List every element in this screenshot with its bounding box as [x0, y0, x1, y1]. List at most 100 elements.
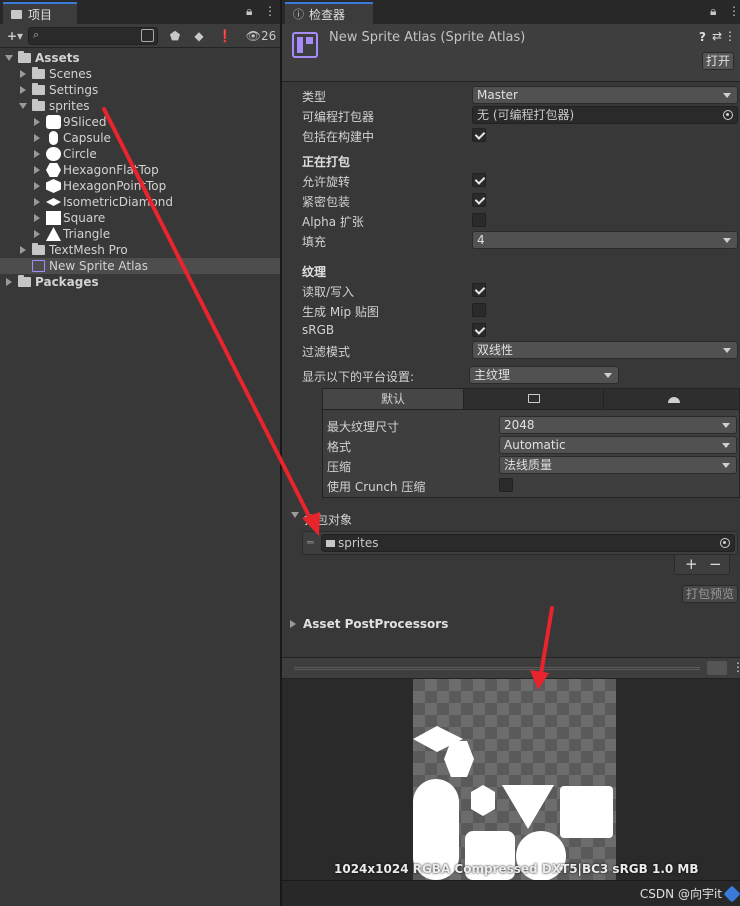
preset-icon[interactable]: ⇄	[712, 29, 722, 43]
allow-rotation-checkbox[interactable]	[472, 173, 486, 187]
objects-list-item[interactable]: sprites	[321, 534, 735, 552]
filter-dropdown[interactable]: 双线性	[472, 341, 738, 359]
tab-default[interactable]: 默认	[323, 389, 463, 409]
diamond-icon	[46, 198, 61, 206]
add-asset-button[interactable]: +▾	[4, 27, 26, 45]
object-picker-icon[interactable]	[723, 110, 733, 120]
mipmap-label: 生成 Mip 贴图	[302, 305, 379, 319]
foldout-arrow[interactable]	[34, 150, 40, 158]
open-button[interactable]: 打开	[702, 52, 734, 70]
foldout-arrow[interactable]	[34, 198, 40, 206]
format-dropdown[interactable]: Automatic	[499, 436, 737, 454]
help-icon[interactable]: ?	[699, 30, 706, 44]
project-tab[interactable]: 项目	[3, 2, 77, 24]
type-label: 类型	[302, 90, 327, 104]
folder-icon	[32, 99, 45, 111]
lock-icon[interactable]: 🔒︎	[710, 4, 716, 19]
foldout-arrow[interactable]	[34, 230, 40, 238]
color-channel-icon[interactable]	[707, 661, 727, 675]
search-input[interactable]: ⌕	[28, 27, 158, 45]
filter-by-type-icon[interactable]: ⬟	[165, 27, 185, 45]
triangle-sprite	[502, 785, 554, 829]
objects-list: ═ sprites	[302, 531, 738, 555]
tree-item[interactable]: Scenes	[0, 66, 280, 82]
search-by-type-icon[interactable]	[141, 29, 154, 42]
tree-item-label: Triangle	[63, 227, 111, 241]
rounded-square-icon	[46, 115, 61, 129]
tree-item[interactable]: Packages	[0, 274, 280, 290]
crunch-checkbox[interactable]	[499, 478, 513, 492]
more-menu-icon[interactable]: ⋮	[732, 660, 740, 674]
log-icon[interactable]: ❗	[215, 27, 235, 45]
tree-item[interactable]: HexagonPointTop	[0, 178, 280, 194]
object-picker-icon[interactable]	[720, 538, 730, 548]
drag-handle-icon[interactable]: ═	[307, 536, 314, 549]
mipmap-checkbox[interactable]	[472, 303, 486, 317]
max-size-dropdown[interactable]: 2048	[499, 416, 737, 434]
objects-item-label: sprites	[338, 536, 379, 550]
foldout-arrow[interactable]	[20, 70, 26, 78]
square-sprite	[560, 786, 613, 838]
foldout-arrow[interactable]	[20, 86, 26, 94]
tree-item-label: Settings	[49, 83, 99, 97]
hexagon-flat-sprite	[444, 741, 474, 777]
tree-item[interactable]: TextMesh Pro	[0, 242, 280, 258]
tree-item[interactable]: Settings	[0, 82, 280, 98]
tab-standalone[interactable]	[463, 389, 603, 409]
tree-item[interactable]: New Sprite Atlas	[0, 258, 280, 274]
alpha-dilation-checkbox[interactable]	[472, 213, 486, 227]
include-build-checkbox[interactable]	[472, 128, 486, 142]
sprite-atlas-icon	[32, 260, 45, 272]
tree-item[interactable]: Assets	[0, 50, 280, 66]
compression-dropdown[interactable]: 法线质量	[499, 456, 737, 474]
objects-foldout-arrow[interactable]	[291, 512, 299, 518]
add-object-button[interactable]: +	[685, 555, 698, 573]
foldout-arrow[interactable]	[5, 55, 13, 61]
preview-resize-handle[interactable]	[294, 667, 700, 670]
inspector-tab[interactable]: ⓘ 检查器	[285, 2, 373, 24]
remove-object-button[interactable]: −	[709, 555, 722, 573]
hidden-packages-button[interactable]: 👁︎26	[243, 27, 279, 45]
foldout-arrow[interactable]	[6, 278, 12, 286]
foldout-arrow[interactable]	[34, 118, 40, 126]
filter-by-label-icon[interactable]: ◆	[189, 27, 209, 45]
lock-icon[interactable]: 🔒︎	[246, 4, 252, 19]
tree-item[interactable]: Square	[0, 210, 280, 226]
project-panel: 项目 🔒︎ ⋮ +▾ ⌕ ⬟ ◆ ❗ 👁︎26 Assets Scenes Sett…	[0, 0, 281, 906]
filter-label: 过滤模式	[302, 345, 351, 359]
crunch-label: 使用 Crunch 压缩	[327, 480, 426, 494]
foldout-arrow[interactable]	[20, 246, 26, 254]
tab-android[interactable]	[603, 389, 740, 409]
foldout-arrow[interactable]	[34, 166, 40, 174]
tree-item[interactable]: Triangle	[0, 226, 280, 242]
platform-dropdown[interactable]: 主纹理	[469, 366, 619, 384]
foldout-arrow[interactable]	[34, 182, 40, 190]
tree-item-label: 9Sliced	[63, 115, 107, 129]
more-menu-icon[interactable]: ⋮	[724, 29, 736, 43]
inspector-panel: ⓘ 检查器 🔒︎ ⋮ New Sprite Atlas (Sprite Atla…	[282, 0, 740, 906]
folder-icon	[18, 51, 31, 63]
tree-item[interactable]: IsometricDiamond	[0, 194, 280, 210]
foldout-arrow[interactable]	[34, 134, 40, 142]
type-dropdown[interactable]: Master	[472, 86, 738, 104]
tree-item[interactable]: HexagonFlatTop	[0, 162, 280, 178]
tree-item[interactable]: Circle	[0, 146, 280, 162]
tight-packing-checkbox[interactable]	[472, 193, 486, 207]
inspector-tabbar: ⓘ 检查器 🔒︎ ⋮	[282, 0, 740, 24]
padding-dropdown[interactable]: 4	[472, 231, 738, 249]
more-menu-icon[interactable]: ⋮	[728, 4, 740, 18]
tree-item[interactable]: Capsule	[0, 130, 280, 146]
srgb-label: sRGB	[302, 323, 335, 337]
foldout-arrow[interactable]	[19, 103, 27, 109]
more-menu-icon[interactable]: ⋮	[264, 4, 276, 18]
read-write-checkbox[interactable]	[472, 283, 486, 297]
format-label: 格式	[327, 440, 352, 454]
postprocessors-foldout-arrow[interactable]	[290, 620, 296, 628]
foldout-arrow[interactable]	[34, 214, 40, 222]
tree-item[interactable]: sprites	[0, 98, 280, 114]
circle-icon	[46, 147, 61, 161]
srgb-checkbox[interactable]	[472, 323, 486, 337]
tree-item[interactable]: 9Sliced	[0, 114, 280, 130]
pack-preview-button[interactable]: 打包预览	[682, 585, 738, 603]
packer-field[interactable]: 无 (可编程打包器)	[472, 106, 738, 124]
